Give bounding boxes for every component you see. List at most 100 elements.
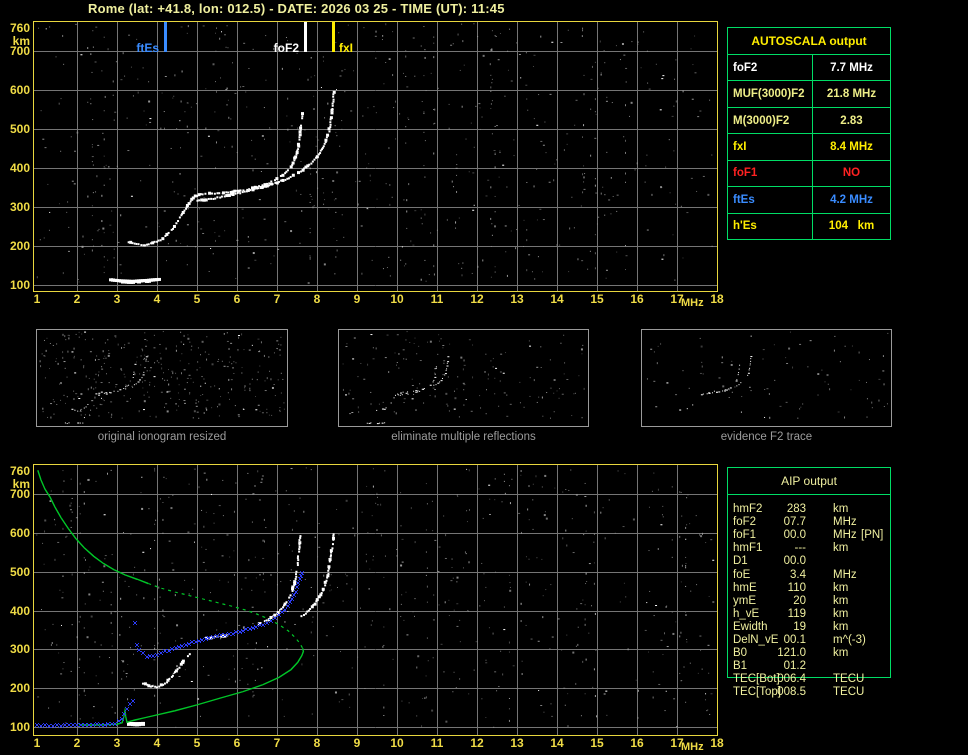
aip-row-value: 00.0 xyxy=(783,555,806,568)
autoscala-table-header: AUTOSCALA output xyxy=(728,28,890,55)
bottom-ionogram-profile-canvas xyxy=(33,464,718,736)
autoscala-row-label: h'Es xyxy=(728,213,813,239)
y-tick-label: 760 xyxy=(9,463,30,478)
aip-row-h_ve: h_vE 119 km xyxy=(727,608,891,621)
x-tick-label: 4 xyxy=(153,736,161,750)
x-tick-label: 2 xyxy=(73,736,81,750)
aip-row-label: foE xyxy=(733,568,751,581)
x-tick-label: 14 xyxy=(550,736,564,750)
x-tick-label: 18 xyxy=(710,736,724,750)
x-tick-label: 6 xyxy=(233,736,241,750)
aip-row-value: 20 xyxy=(793,594,806,607)
y-tick-label: 500 xyxy=(9,564,30,579)
y-tick-label: 760 xyxy=(9,21,30,35)
x-tick-label: 1 xyxy=(33,292,41,306)
x-axis-unit-label: MHz xyxy=(681,297,704,309)
x-tick-label: 9 xyxy=(353,736,361,750)
aip-header-divider xyxy=(727,494,891,495)
aip-row-note: [PN] xyxy=(861,529,884,542)
y-tick-label: 600 xyxy=(9,83,30,98)
x-tick-label: 12 xyxy=(470,736,484,750)
x-tick-label: 2 xyxy=(73,292,81,306)
autoscala-row-label: foF2 xyxy=(728,55,813,81)
aip-row-value: 008.5 xyxy=(777,686,806,699)
aip-row-value: 01.2 xyxy=(783,660,806,673)
x-tick-label: 5 xyxy=(193,736,201,750)
aip-row-unit: TECU xyxy=(833,686,865,699)
aip-row-unit: TECU xyxy=(833,673,865,686)
y-tick-label: 300 xyxy=(9,642,30,657)
aip-row-deln_ve: DelN_vE 00.1 m^(-3) xyxy=(727,634,891,647)
aip-row-foe: foE 3.4 MHz xyxy=(727,569,891,582)
aip-row-hmf2: hmF2 283 km xyxy=(727,503,891,516)
y-tick-label: 100 xyxy=(9,278,30,292)
aip-row-value: 00.0 xyxy=(783,529,806,542)
aip-row-unit: km xyxy=(833,620,849,633)
autoscala-row-fxi: fxI 8.4 MHz xyxy=(728,134,890,161)
autoscala-row-value: 2.83 xyxy=(840,114,863,127)
aip-row-label: B0 xyxy=(733,647,748,660)
aip-row-unit: km xyxy=(833,503,849,515)
autoscala-app-window: Rome (lat: +41.8, lon: 012.5) - DATE: 20… xyxy=(0,0,968,755)
autoscala-row-label: MUF(3000)F2 xyxy=(728,81,813,107)
aip-row-hme: hmE 110 km xyxy=(727,582,891,595)
y-tick-label: 400 xyxy=(9,603,30,618)
aip-row-unit: km xyxy=(833,542,849,555)
autoscala-table-rows: foF2 7.7 MHz MUF(3000)F2 21.8 MHz M(3000)F2 2… xyxy=(728,55,890,239)
x-tick-label: 10 xyxy=(390,736,404,750)
aip-row-unit: km xyxy=(833,594,849,607)
aip-row-value: 110 xyxy=(787,581,806,594)
autoscala-row-value: 8.4 MHz xyxy=(830,140,873,153)
x-tick-label: 6 xyxy=(233,292,241,306)
aip-row-fof2: foF2 07.7 MHz xyxy=(727,516,891,529)
aip-row-label: B1 xyxy=(733,660,748,673)
aip-row-b0: B0 121.0 km xyxy=(727,647,891,660)
aip-row-value: 121.0 xyxy=(777,647,806,660)
autoscala-row-label: ftEs xyxy=(728,187,813,213)
x-tick-label: 15 xyxy=(590,736,604,750)
marker-label-ftes: ftEs xyxy=(136,41,159,55)
aip-row-value: 19 xyxy=(793,620,806,633)
aip-output-panel: AIP output hmF2 283 km foF2 07.7 MHz foF1 00.0 M… xyxy=(727,467,891,707)
autoscala-row-value: 7.7 MHz xyxy=(830,61,873,74)
x-tick-label: 3 xyxy=(113,292,121,306)
y-tick-label: 200 xyxy=(9,239,30,254)
aip-row-value: 3.4 xyxy=(790,568,806,581)
aip-row-unit: m^(-3) xyxy=(833,634,866,646)
x-tick-label: 7 xyxy=(273,292,281,306)
y-tick-label: 200 xyxy=(9,681,30,696)
marker-label-fxi: fxI xyxy=(339,41,354,55)
x-tick-label: 18 xyxy=(710,292,724,306)
x-tick-label: 5 xyxy=(193,292,201,306)
x-tick-label: 14 xyxy=(550,292,564,306)
autoscala-row-ftes: ftEs 4.2 MHz xyxy=(728,187,890,214)
x-tick-label: 13 xyxy=(510,736,524,750)
x-tick-label: 12 xyxy=(470,292,484,306)
x-tick-label: 16 xyxy=(630,292,644,306)
aip-row-unit: MHz xyxy=(833,568,857,581)
y-tick-label: 300 xyxy=(9,200,30,215)
aip-row-hmf1: hmF1 --- km xyxy=(727,542,891,555)
autoscala-row-value: 21.8 MHz xyxy=(826,88,877,101)
x-tick-label: 4 xyxy=(153,292,161,306)
top-ionogram-canvas xyxy=(33,21,718,292)
autoscala-row-value: NO xyxy=(842,167,861,180)
aip-row-value: 07.7 xyxy=(783,516,806,529)
x-tick-label: 16 xyxy=(630,736,644,750)
autoscala-output-table: AUTOSCALA output foF2 7.7 MHz MUF(3000)F2 2… xyxy=(727,27,891,240)
aip-row-unit: MHz xyxy=(833,516,857,529)
autoscala-row-m(3000)f2: M(3000)F2 2.83 xyxy=(728,107,890,135)
x-tick-label: 10 xyxy=(390,292,404,306)
x-tick-label: 11 xyxy=(430,292,444,306)
autoscala-row-label: M(3000)F2 xyxy=(728,107,813,134)
x-axis-unit-label: MHz xyxy=(681,741,704,753)
y-tick-label: 500 xyxy=(9,122,30,137)
autoscala-row-fof1: foF1 NO xyxy=(728,160,890,188)
x-tick-label: 7 xyxy=(273,736,281,750)
x-tick-label: 3 xyxy=(113,736,121,750)
aip-row-yme: ymE 20 km xyxy=(727,595,891,608)
aip-row-value: 119 xyxy=(787,607,806,620)
aip-row-tec[bot]: TEC[Bot] 006.4 TECU xyxy=(727,673,891,686)
autoscala-row-h'es: h'Es 104 km xyxy=(728,213,890,239)
thumbnail-eliminate-reflections xyxy=(338,329,589,427)
